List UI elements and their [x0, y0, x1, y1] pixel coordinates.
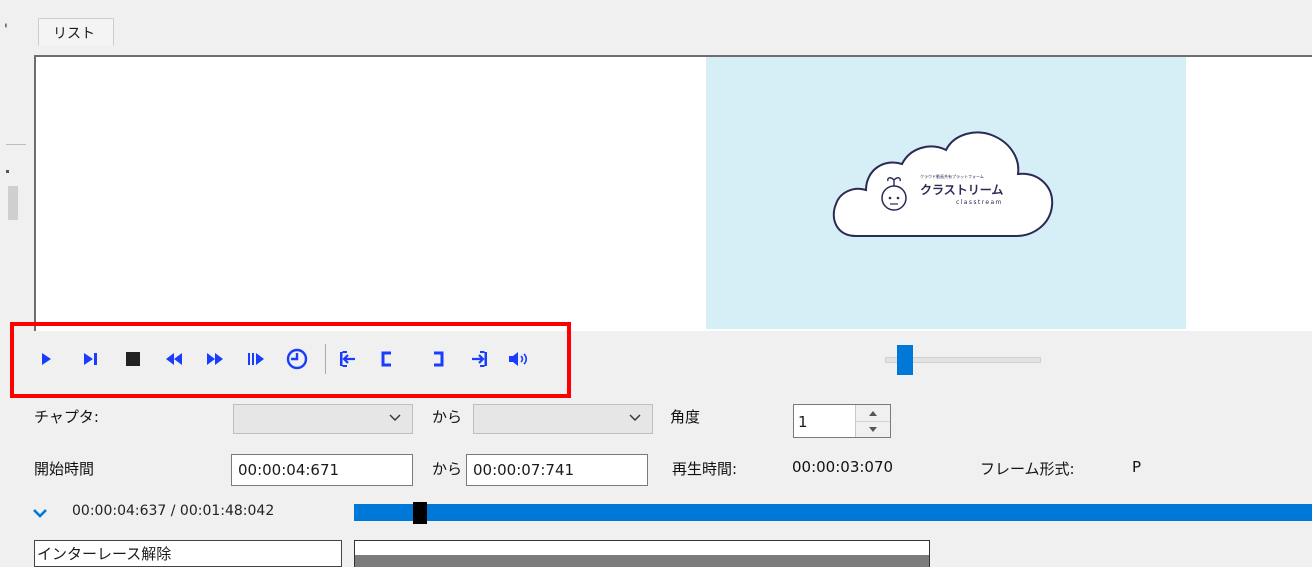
chapter-start-select[interactable]	[233, 404, 413, 434]
seek-bar[interactable]	[354, 504, 1312, 521]
expand-chevron-icon[interactable]	[32, 508, 48, 518]
angle-spinner[interactable]: 1	[793, 404, 891, 438]
chapter-from-label: から	[432, 408, 463, 426]
chevron-down-icon	[389, 414, 401, 421]
stop-button[interactable]	[121, 344, 145, 374]
chapter-label: チャプタ:	[34, 408, 99, 426]
end-time-input[interactable]: 00:00:07:741	[466, 454, 648, 486]
stop-icon	[126, 352, 140, 366]
left-scrollbar[interactable]	[8, 186, 18, 220]
left-divider	[6, 144, 26, 145]
out-bracket-icon	[434, 351, 444, 367]
frame-forward-button[interactable]	[244, 344, 268, 374]
volume-button[interactable]	[506, 344, 530, 374]
logo-title: クラストリーム	[920, 183, 1003, 197]
angle-decrement-button[interactable]	[856, 421, 890, 437]
rewind-button[interactable]	[162, 344, 186, 374]
audio-waveform-track[interactable]	[354, 540, 930, 567]
caret-up-icon	[869, 410, 877, 416]
time-jump-button[interactable]	[285, 344, 309, 374]
left-panel-edge	[0, 46, 34, 336]
logo-small-text: クラウド動画共有プラットフォーム	[920, 173, 984, 179]
next-frame-button[interactable]	[79, 344, 103, 374]
audio-waveform	[355, 555, 929, 567]
angle-spinner-buttons	[855, 405, 890, 437]
logo-subtitle: classtream	[956, 199, 1003, 206]
next-frame-icon	[84, 353, 97, 365]
volume-icon	[509, 352, 528, 366]
start-time-label: 開始時間	[34, 460, 95, 478]
filter-list-item[interactable]: インターレース解除	[34, 540, 342, 567]
angle-increment-button[interactable]	[856, 405, 890, 422]
end-time-from-label: から	[432, 460, 463, 478]
chevron-down-icon	[629, 414, 641, 421]
video-editor-window: ' リスト クラウド動画共有プラットフォーム クラストリーム classtrea…	[0, 0, 1312, 567]
play-icon	[42, 353, 51, 365]
seek-thumb[interactable]	[413, 502, 427, 524]
play-button[interactable]	[34, 344, 58, 374]
tab-left-fragment[interactable]: '	[4, 22, 8, 38]
fast-forward-button[interactable]	[203, 344, 227, 374]
fast-forward-icon	[207, 353, 223, 365]
go-to-out-icon	[472, 351, 487, 367]
start-time-input[interactable]: 00:00:04:671	[231, 454, 413, 486]
set-end-point-button[interactable]	[426, 344, 450, 374]
frame-step-icon	[248, 353, 264, 365]
angle-value: 1	[798, 413, 808, 431]
in-bracket-icon	[381, 351, 391, 367]
left-marker	[6, 170, 9, 173]
clock-icon	[286, 348, 308, 370]
set-start-point-button[interactable]	[375, 344, 399, 374]
tab-list[interactable]: リスト	[38, 18, 114, 46]
caret-down-icon	[869, 426, 877, 432]
chapter-end-select[interactable]	[473, 404, 653, 434]
go-to-end-point-button[interactable]	[467, 344, 491, 374]
angle-label: 角度	[670, 408, 701, 426]
go-to-start-point-button[interactable]	[336, 344, 360, 374]
classtream-logo: クラウド動画共有プラットフォーム クラストリーム classtream	[832, 131, 1054, 237]
seek-time-display: 00:00:04:637 / 00:01:48:042	[72, 503, 275, 519]
duration-label: 再生時間:	[672, 460, 738, 478]
frame-format-label: フレーム形式:	[980, 460, 1075, 478]
deinterlace-label: インターレース解除	[37, 545, 172, 563]
tab-strip: ' リスト	[0, 0, 1312, 46]
rewind-icon	[166, 353, 182, 365]
go-to-in-icon	[340, 351, 355, 367]
zoom-slider-thumb[interactable]	[897, 345, 913, 375]
tab-list-label: リスト	[53, 26, 95, 42]
frame-format-value: P	[1132, 458, 1142, 476]
mascot-face	[881, 185, 907, 211]
duration-value: 00:00:03:070	[792, 458, 894, 476]
toolbar-separator	[325, 344, 326, 374]
